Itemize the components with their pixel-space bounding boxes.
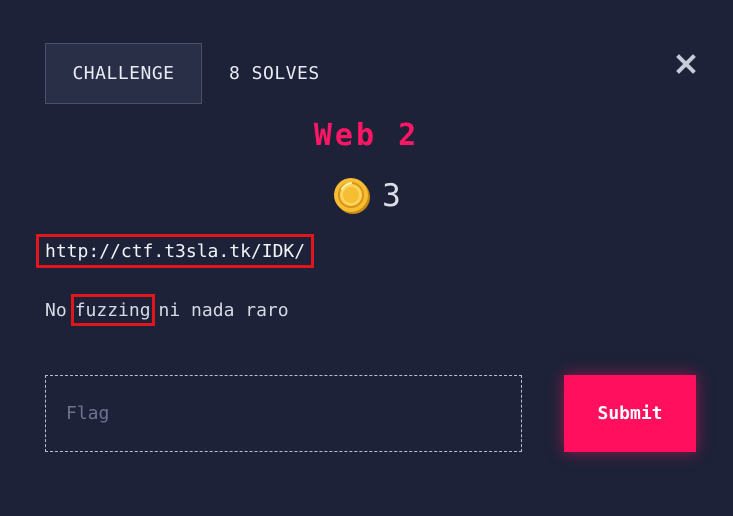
description-suffix: ni nada raro (158, 299, 289, 321)
challenge-url-link[interactable]: http://ctf.t3sla.tk/IDK/ (36, 234, 315, 268)
challenge-description: No fuzzing ni nada raro (45, 294, 289, 326)
tab-challenge[interactable]: CHALLENGE (45, 43, 202, 104)
submit-button[interactable]: Submit (564, 375, 696, 452)
description-prefix: No (45, 299, 67, 321)
points-value: 3 (382, 178, 401, 214)
tab-solves[interactable]: 8 SOLVES (229, 43, 320, 104)
description-highlight: fuzzing (70, 294, 155, 326)
flag-input[interactable] (45, 375, 522, 452)
challenge-title: Web 2 (313, 118, 420, 153)
close-icon[interactable] (676, 54, 696, 74)
points-row: 3 (0, 176, 733, 216)
coin-icon (334, 178, 371, 214)
